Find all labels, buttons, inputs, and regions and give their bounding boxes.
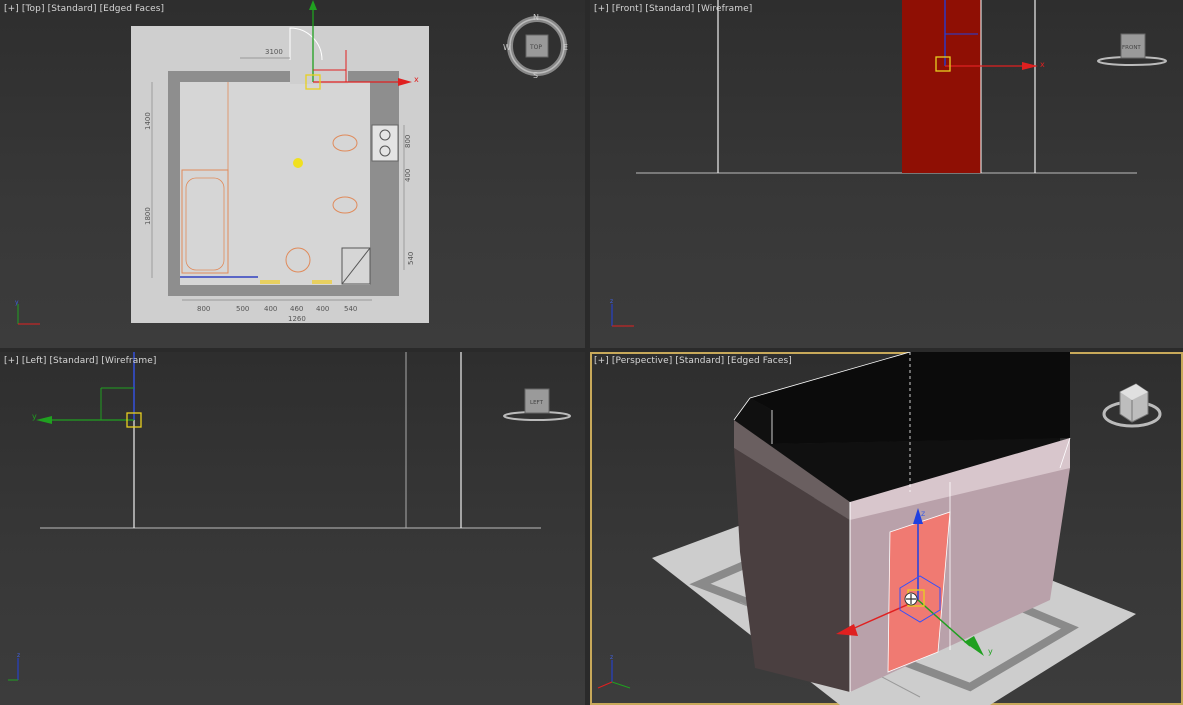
view-point-menu[interactable]: [Perspective] <box>612 356 672 366</box>
top-view-scene: 3100 1400 1800 800 400 540 800 500 400 4… <box>15 0 568 325</box>
dim-left-1: 1400 <box>144 112 152 130</box>
viewcube-perspective[interactable] <box>1102 383 1162 428</box>
dim-right-1: 800 <box>404 135 412 148</box>
compass-w: W <box>503 43 511 52</box>
display-mode-menu[interactable]: [Edged Faces] <box>100 4 165 14</box>
compass-n: N <box>533 13 539 22</box>
viewcube-front-face: FRONT <box>1122 45 1141 51</box>
gizmo-y-label: y <box>988 647 993 656</box>
move-cursor-icon <box>904 592 918 606</box>
viewport-perspective[interactable]: z y z [+] [Perspective][Standard] [Edged… <box>590 352 1183 705</box>
compass-s: S <box>533 71 538 80</box>
dim-bottom-5: 540 <box>344 305 357 313</box>
dim-right-2: 400 <box>404 169 412 182</box>
gizmo-z-label: z <box>921 509 925 518</box>
dim-left-2: 1800 <box>144 207 152 225</box>
viewcube-left-face: LEFT <box>530 400 544 406</box>
dim-total: 1260 <box>288 315 306 323</box>
dim-right-3: 540 <box>407 252 415 265</box>
axis-tripod-icon: z <box>8 652 20 681</box>
gizmo-x-label: x <box>414 75 419 84</box>
dim-bottom-0: 800 <box>197 305 210 313</box>
gizmo-y-label: y <box>32 412 37 421</box>
tripod-z-label: z <box>610 298 613 305</box>
tripod-z-label: z <box>610 654 613 661</box>
viewport-left[interactable]: y LEFT z [+] [Left] [Standard] [Wireframe] <box>0 352 585 705</box>
viewport-front[interactable]: x FRONT z [+] [Front] [Standard] [Wireframe… <box>590 0 1183 348</box>
viewport-menu-button[interactable]: [+] <box>594 4 609 14</box>
axis-tripod-icon: y <box>15 299 40 325</box>
perspective-view-scene: z y z <box>597 352 1162 705</box>
dim-bottom-3: 460 <box>290 305 303 313</box>
view-point-menu[interactable]: [Left] <box>22 356 47 366</box>
view-point-menu[interactable]: [Top] <box>22 4 45 14</box>
viewport-label-left: [+] [Left] [Standard] [Wireframe] <box>4 356 159 366</box>
viewport-label-front: [+] [Front] [Standard] [Wireframe] <box>594 4 755 14</box>
viewport-menu-button[interactable]: [+] <box>594 356 609 366</box>
dim-bottom-2: 400 <box>264 305 277 313</box>
dim-bottom-4: 400 <box>316 305 329 313</box>
tripod-z-label: z <box>17 652 20 659</box>
viewcube-left[interactable]: LEFT <box>503 388 571 421</box>
front-view-scene: x FRONT z <box>610 0 1167 327</box>
axis-tripod-icon: z <box>610 298 634 327</box>
viewport-label-perspective: [+] [Perspective] [Standard] [Edged Faces] <box>594 356 795 366</box>
viewport-menu-button[interactable]: [+] <box>4 356 19 366</box>
light-source[interactable] <box>293 158 303 168</box>
tripod-y-label: y <box>15 299 19 306</box>
axis-tripod-icon: z <box>597 654 631 689</box>
shading-menu[interactable]: [Standard] <box>49 356 98 366</box>
dim-top: 3100 <box>265 48 283 56</box>
left-view-scene: y LEFT z <box>8 352 571 681</box>
shading-menu[interactable]: [Standard] <box>645 4 694 14</box>
display-mode-menu[interactable]: [Edged Faces] <box>727 356 792 366</box>
viewport-top[interactable]: 3100 1400 1800 800 400 540 800 500 400 4… <box>0 0 585 348</box>
viewcube-front[interactable]: FRONT <box>1097 33 1167 66</box>
compass-e: E <box>563 43 568 52</box>
dim-bottom-1: 500 <box>236 305 249 313</box>
display-mode-menu[interactable]: [Wireframe] <box>101 356 156 366</box>
gizmo-x-label: x <box>1040 60 1045 69</box>
viewcube-top-face: TOP <box>529 44 542 51</box>
shading-menu[interactable]: [Standard] <box>675 356 724 366</box>
display-mode-menu[interactable]: [Wireframe] <box>697 4 752 14</box>
viewcube-top[interactable]: TOP N S E W <box>503 13 568 80</box>
viewport-label-top: [+] [Top] [Standard] [Edged Faces] <box>4 4 167 14</box>
view-point-menu[interactable]: [Front] <box>612 4 643 14</box>
selected-door-face[interactable] <box>902 0 981 173</box>
shading-menu[interactable]: [Standard] <box>48 4 97 14</box>
viewport-menu-button[interactable]: [+] <box>4 4 19 14</box>
